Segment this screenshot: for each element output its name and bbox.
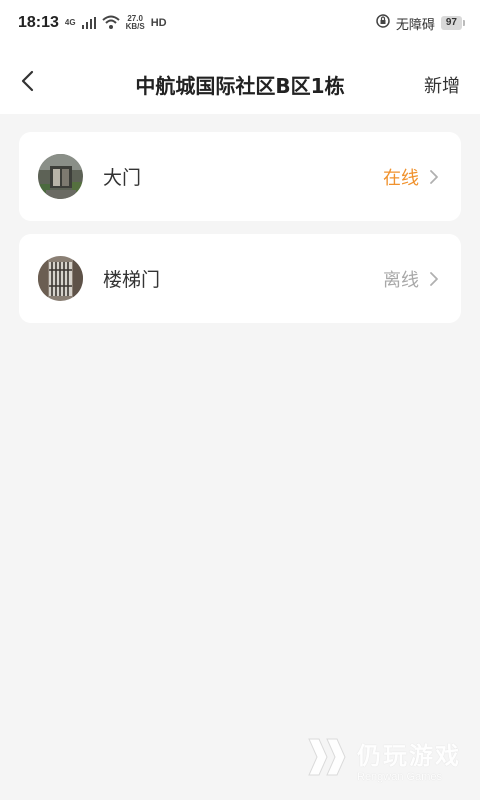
accessibility-label: 无障碍 [395, 17, 435, 33]
hd-badge: HD [150, 17, 167, 29]
signal-icon [81, 14, 96, 33]
gate-photo-avatar [38, 154, 83, 199]
watermark-title: 仍玩游戏 [357, 741, 461, 770]
network-speed-unit: KB/S [125, 22, 145, 31]
device-name: 楼梯门 [103, 269, 161, 291]
watermark: 仍玩游戏 Rengwan Games [305, 735, 465, 783]
watermark-logo-icon [305, 735, 351, 783]
chevron-right-icon [429, 270, 441, 288]
device-name: 大门 [103, 167, 142, 189]
accessibility-icon [376, 14, 390, 32]
device-item-stair-door[interactable]: 楼梯门 离线 [19, 234, 461, 323]
device-status-badge: 离线 [383, 269, 419, 291]
status-bar: 18:13 4G 27.0 KB/S HD 无障碍 97 [0, 0, 480, 46]
network-speed: 27.0 KB/S [126, 15, 145, 31]
page-title: 中航城国际社区B区1栋 [135, 74, 345, 98]
battery-indicator: 97 [440, 16, 466, 30]
device-status-badge: 在线 [383, 167, 419, 189]
stair-door-photo-avatar [38, 256, 83, 301]
network-type: 4G [64, 18, 76, 27]
nav-bar: 中航城国际社区B区1栋 新增 [0, 46, 480, 114]
device-item-gate[interactable]: 大门 在线 [19, 132, 461, 221]
device-list: 大门 在线 楼梯门 离线 [19, 132, 461, 336]
watermark-subtitle: Rengwan Games [357, 770, 442, 783]
add-button[interactable]: 新增 [424, 72, 460, 98]
chevron-right-icon [429, 168, 441, 186]
wifi-icon [101, 14, 120, 33]
status-time: 18:13 [18, 14, 59, 31]
